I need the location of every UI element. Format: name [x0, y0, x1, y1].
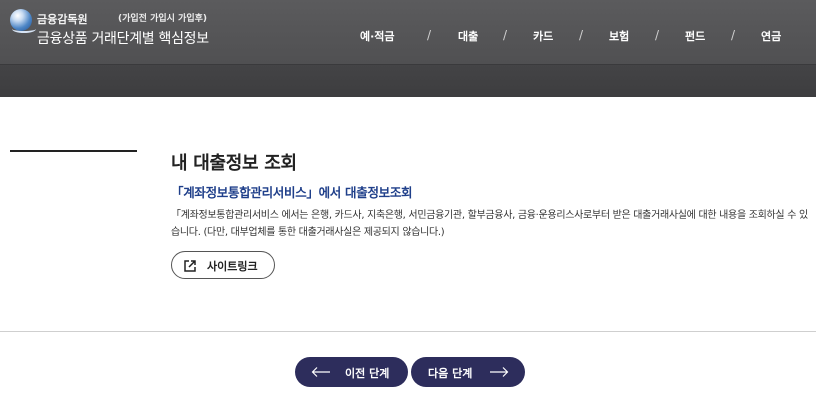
nav-separator: / — [731, 28, 736, 42]
nav-item-pension[interactable]: 연금 — [761, 28, 781, 44]
arrow-right-icon — [490, 367, 509, 377]
external-link-icon — [184, 260, 196, 272]
logo-swoosh-icon — [12, 25, 36, 33]
arrow-left-icon — [311, 367, 330, 377]
prev-step-label: 이전 단계 — [345, 367, 390, 380]
nav-separator: / — [579, 28, 584, 42]
section-subtitle: 「계좌정보통합관리서비스」에서 대출정보조회 — [171, 185, 413, 200]
nav-separator: / — [427, 28, 432, 42]
nav-separator: / — [503, 28, 508, 42]
site-link-button[interactable]: 사이트링크 — [171, 251, 275, 279]
site-title: 금융상품 거래단계별 핵심정보 — [37, 31, 209, 47]
site-link-label: 사이트링크 — [207, 260, 258, 273]
page-title: 내 대출정보 조회 — [171, 153, 297, 174]
site-header: 금융감독원 (가입전 가입시 가입후) 금융상품 거래단계별 핵심정보 예·적금… — [0, 0, 816, 97]
header-divider — [0, 64, 816, 65]
nav-item-insurance[interactable]: 보험 — [609, 28, 629, 44]
prev-step-button[interactable]: 이전 단계 — [295, 357, 408, 387]
org-name: 금융감독원 — [37, 13, 88, 26]
content-divider — [0, 331, 816, 332]
next-step-label: 다음 단계 — [428, 367, 473, 380]
nav-item-fund[interactable]: 펀드 — [685, 28, 705, 44]
nav-separator: / — [655, 28, 660, 42]
next-step-button[interactable]: 다음 단계 — [411, 357, 525, 387]
nav-item-loan[interactable]: 대출 — [458, 28, 478, 44]
section-accent-bar — [10, 150, 137, 152]
nav-item-card[interactable]: 카드 — [533, 28, 553, 44]
service-description: 「계좌정보통합관리서비스 에서는 은행, 카드사, 지축은행, 서민금융기관, … — [171, 210, 808, 238]
site-logo[interactable]: 금융감독원 (가입전 가입시 가입후) 금융상품 거래단계별 핵심정보 — [10, 7, 220, 51]
stage-tags: (가입전 가입시 가입후) — [118, 14, 208, 24]
nav-item-deposit[interactable]: 예·적금 — [360, 28, 395, 44]
